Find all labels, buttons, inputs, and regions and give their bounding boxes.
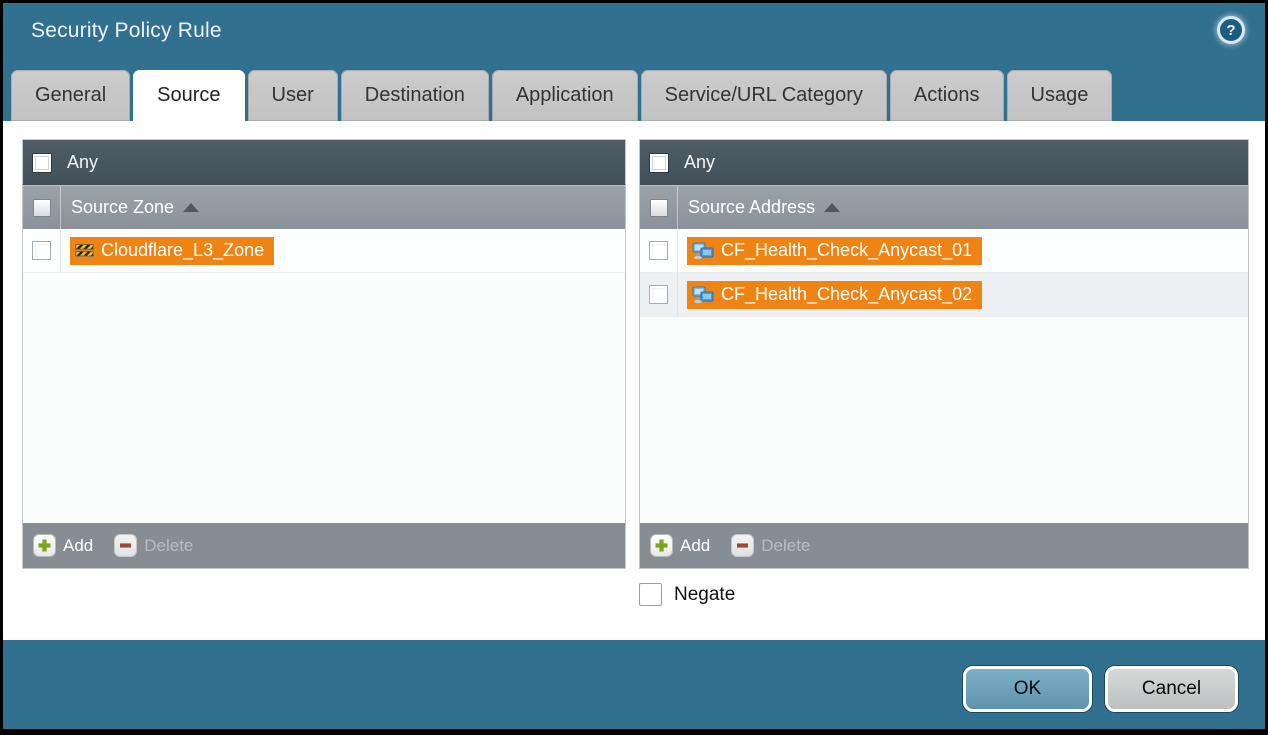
help-icon[interactable]: ? xyxy=(1217,16,1245,44)
address-name: CF_Health_Check_Anycast_01 xyxy=(721,240,972,261)
source-zone-column-header[interactable]: Source Zone xyxy=(23,185,625,229)
tab-label: Actions xyxy=(914,84,980,107)
dialog-title-bar: Security Policy Rule ? xyxy=(3,3,1265,69)
tab-general[interactable]: General xyxy=(11,70,130,121)
source-address-select-all-checkbox[interactable] xyxy=(650,199,668,217)
tab-bar: General Source User Destination Applicat… xyxy=(3,69,1265,121)
tab-service-url-category[interactable]: Service/URL Category xyxy=(641,70,887,121)
sort-ascending-icon xyxy=(183,203,199,212)
source-tab-content: Any Source Zone xyxy=(3,121,1265,640)
checkbox-cell xyxy=(640,229,678,272)
row-checkbox[interactable] xyxy=(649,285,668,304)
tab-label: Source xyxy=(157,84,220,107)
checkbox-cell xyxy=(23,229,61,272)
row-checkbox[interactable] xyxy=(649,241,668,260)
source-address-list: CF_Health_Check_Anycast_01 xyxy=(640,229,1248,523)
tab-label: Application xyxy=(516,84,614,107)
negate-checkbox[interactable] xyxy=(639,583,662,606)
zone-object-chip[interactable]: Cloudflare_L3_Zone xyxy=(70,237,274,265)
zone-icon xyxy=(75,243,94,259)
tab-source[interactable]: Source xyxy=(133,70,244,121)
footer-buttons: OK Cancel xyxy=(963,666,1238,712)
source-address-any-bar: Any xyxy=(640,140,1248,185)
tab-user[interactable]: User xyxy=(248,70,338,121)
checkbox-cell xyxy=(640,273,678,316)
table-row[interactable]: CF_Health_Check_Anycast_02 xyxy=(640,273,1248,317)
checkbox-cell xyxy=(640,186,678,229)
address-name: CF_Health_Check_Anycast_02 xyxy=(721,284,972,305)
address-object-chip[interactable]: CF_Health_Check_Anycast_01 xyxy=(687,237,982,265)
address-object-chip[interactable]: CF_Health_Check_Anycast_02 xyxy=(687,281,982,309)
source-address-any-label: Any xyxy=(684,152,715,173)
dialog-title: Security Policy Rule xyxy=(31,19,222,43)
source-address-column-title: Source Address xyxy=(688,197,815,218)
minus-icon xyxy=(115,535,136,556)
source-zone-select-all-checkbox[interactable] xyxy=(33,199,51,217)
add-label: Add xyxy=(680,536,710,556)
delete-label: Delete xyxy=(761,536,810,556)
negate-label: Negate xyxy=(674,584,735,606)
add-label: Add xyxy=(63,536,93,556)
dialog-footer: OK Cancel xyxy=(3,640,1265,729)
tab-actions[interactable]: Actions xyxy=(890,70,1004,121)
source-address-footer: Add Delete xyxy=(640,523,1248,568)
source-zone-any-checkbox[interactable] xyxy=(32,153,52,173)
address-icon xyxy=(692,286,714,304)
zone-name: Cloudflare_L3_Zone xyxy=(101,240,264,261)
add-button[interactable]: Add xyxy=(34,535,93,556)
source-zone-list: Cloudflare_L3_Zone xyxy=(23,229,625,523)
tab-destination[interactable]: Destination xyxy=(341,70,489,121)
panels-container: Any Source Zone xyxy=(3,121,1265,569)
add-button[interactable]: Add xyxy=(651,535,710,556)
checkbox-cell xyxy=(23,186,61,229)
source-address-column-header[interactable]: Source Address xyxy=(640,185,1248,229)
source-zone-any-bar: Any xyxy=(23,140,625,185)
security-policy-rule-dialog: Security Policy Rule ? General Source Us… xyxy=(0,0,1268,735)
minus-icon xyxy=(732,535,753,556)
delete-button[interactable]: Delete xyxy=(115,535,193,556)
tab-label: User xyxy=(272,84,314,107)
tab-label: Destination xyxy=(365,84,465,107)
tab-label: Service/URL Category xyxy=(665,84,863,107)
source-zone-column-title: Source Zone xyxy=(71,197,174,218)
sort-ascending-icon xyxy=(824,203,840,212)
source-address-panel: Any Source Address xyxy=(639,139,1249,569)
source-zone-any-label: Any xyxy=(67,152,98,173)
negate-row: Negate xyxy=(639,583,735,606)
ok-button[interactable]: OK xyxy=(963,666,1092,712)
tab-label: Usage xyxy=(1031,84,1089,107)
source-address-any-checkbox[interactable] xyxy=(649,153,669,173)
address-icon xyxy=(692,242,714,260)
tab-usage[interactable]: Usage xyxy=(1007,70,1113,121)
delete-button[interactable]: Delete xyxy=(732,535,810,556)
source-zone-footer: Add Delete xyxy=(23,523,625,568)
cancel-button[interactable]: Cancel xyxy=(1105,666,1238,712)
plus-icon xyxy=(34,535,55,556)
table-row[interactable]: Cloudflare_L3_Zone xyxy=(23,229,625,273)
tab-application[interactable]: Application xyxy=(492,70,638,121)
source-zone-panel: Any Source Zone xyxy=(22,139,626,569)
table-row[interactable]: CF_Health_Check_Anycast_01 xyxy=(640,229,1248,273)
tab-label: General xyxy=(35,84,106,107)
delete-label: Delete xyxy=(144,536,193,556)
plus-icon xyxy=(651,535,672,556)
row-checkbox[interactable] xyxy=(32,241,51,260)
